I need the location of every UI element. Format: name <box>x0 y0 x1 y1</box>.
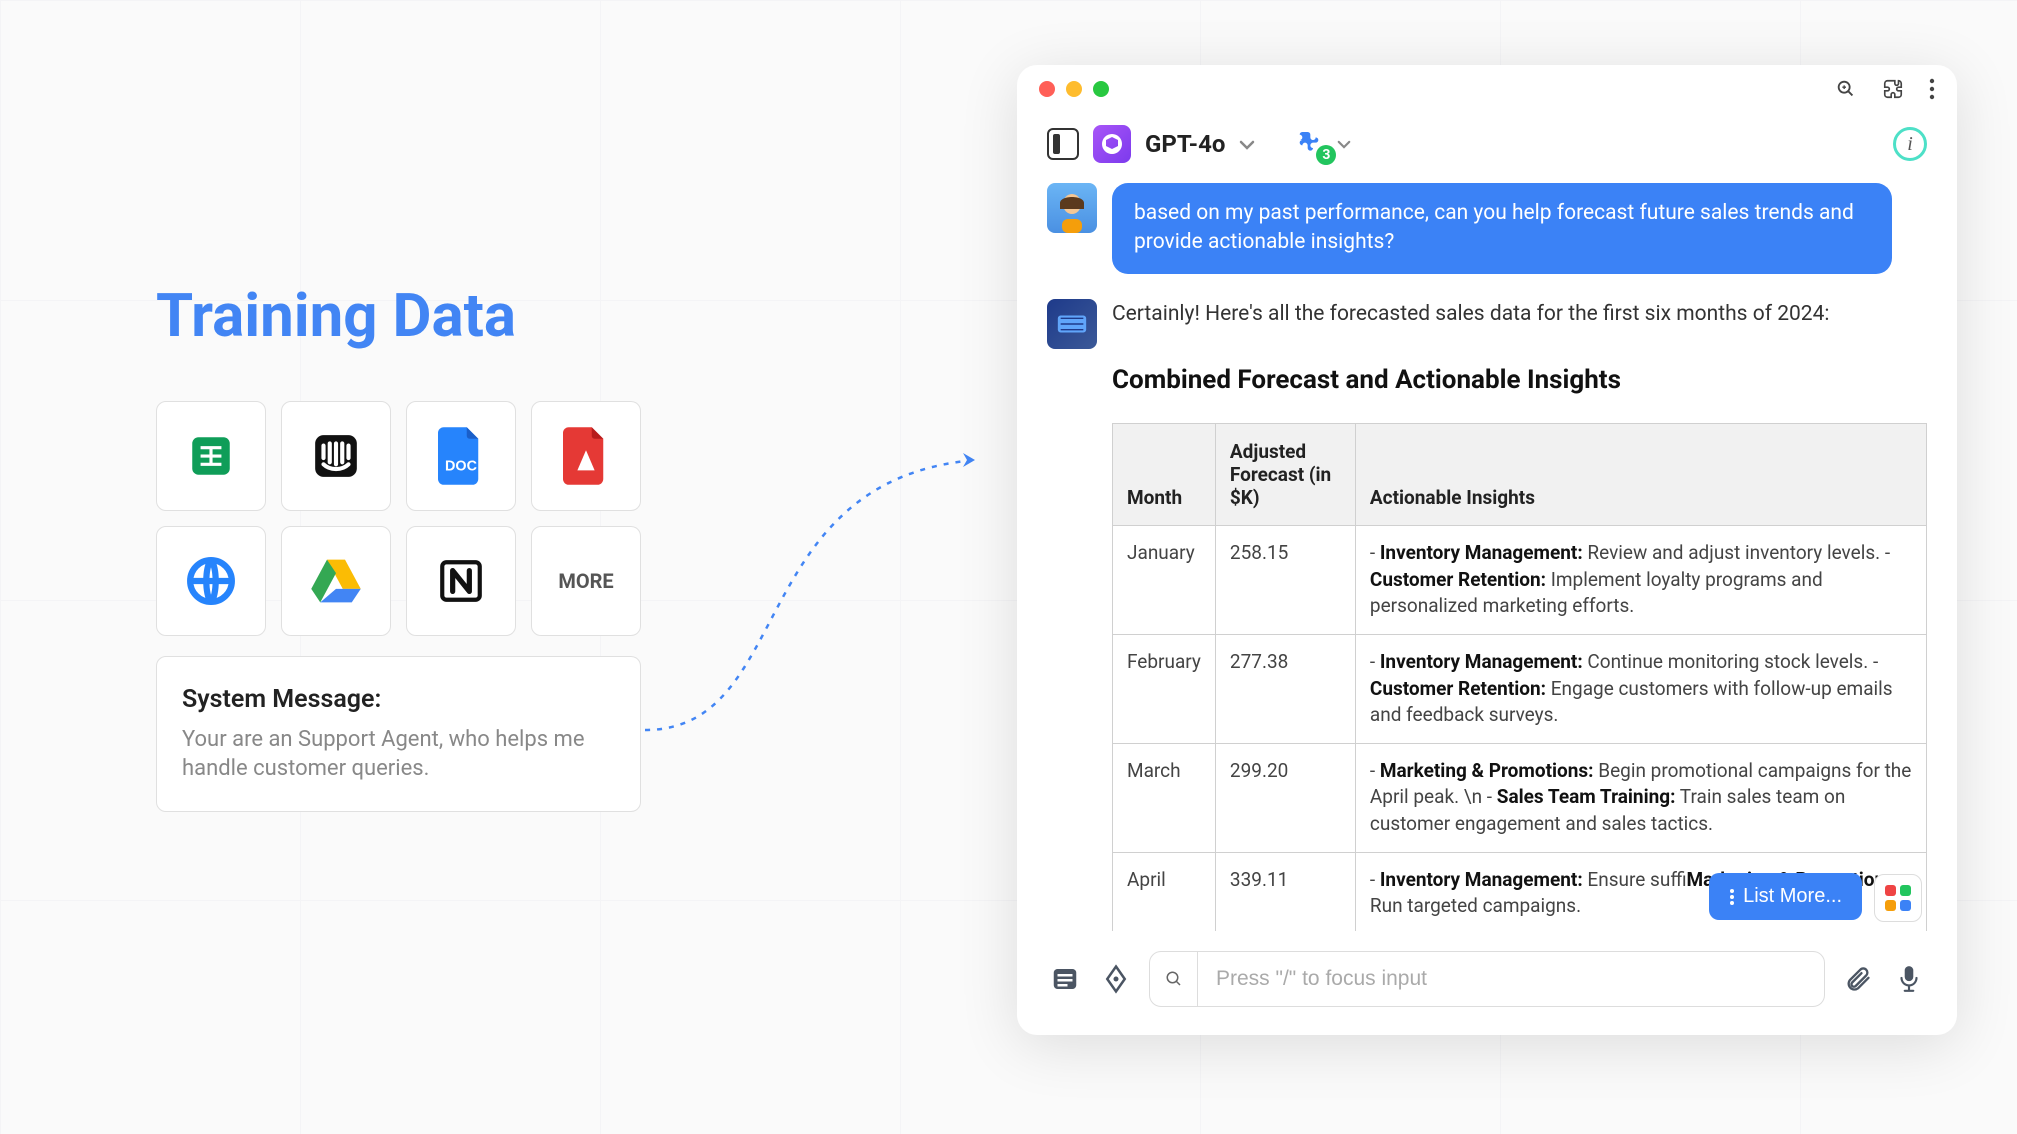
cell-forecast: 299.20 <box>1215 743 1355 852</box>
system-message-card: System Message: Your are an Support Agen… <box>156 656 641 812</box>
table-row: March299.20- Marketing & Promotions: Beg… <box>1113 743 1927 852</box>
table-row: January258.15- Inventory Management: Rev… <box>1113 526 1927 635</box>
doc-icon: DOC <box>438 427 484 485</box>
th-insights: Actionable Insights <box>1355 424 1926 526</box>
model-name[interactable]: GPT-4o <box>1145 130 1225 158</box>
sidebar-toggle-icon[interactable] <box>1047 128 1079 160</box>
cell-insights: - Inventory Management: Review and adjus… <box>1355 526 1926 635</box>
notion-icon <box>436 556 486 606</box>
source-pdf[interactable] <box>531 401 641 511</box>
source-intercom[interactable] <box>281 401 391 511</box>
more-label: MORE <box>558 569 613 593</box>
plugins-count-badge: 3 <box>1316 145 1336 165</box>
cell-forecast: 339.11 <box>1215 852 1355 931</box>
ai-intro-text: Certainly! Here's all the forecasted sal… <box>1112 299 1927 331</box>
cell-month: March <box>1113 743 1216 852</box>
user-message-row: based on my past performance, can you he… <box>1047 183 1927 274</box>
user-message-bubble: based on my past performance, can you he… <box>1112 183 1892 274</box>
cell-forecast: 277.38 <box>1215 635 1355 744</box>
source-icons-grid: DOC MORE <box>156 401 641 636</box>
cell-forecast: 258.15 <box>1215 526 1355 635</box>
list-more-button[interactable]: List More... <box>1709 873 1862 920</box>
search-icon[interactable] <box>1150 952 1198 1006</box>
gdrive-icon <box>309 557 363 605</box>
cell-month: April <box>1113 852 1216 931</box>
system-message-body: Your are an Support Agent, who helps me … <box>182 726 615 783</box>
chat-body: based on my past performance, can you he… <box>1017 183 1957 931</box>
source-web[interactable] <box>156 526 266 636</box>
ai-message-row: Certainly! Here's all the forecasted sal… <box>1047 299 1927 931</box>
user-avatar <box>1047 183 1097 233</box>
globe-icon <box>186 556 236 606</box>
microphone-icon[interactable] <box>1891 961 1927 997</box>
page-title: Training Data <box>156 280 641 351</box>
cell-insights: - Marketing & Promotions: Begin promotio… <box>1355 743 1926 852</box>
connector-arrow <box>645 450 995 750</box>
forecast-table: Month Adjusted Forecast (in $K) Actionab… <box>1112 423 1927 931</box>
cell-insights: - Inventory Management: Continue monitor… <box>1355 635 1926 744</box>
attachment-icon[interactable] <box>1840 961 1876 997</box>
sheets-icon <box>186 431 236 481</box>
source-sheets[interactable] <box>156 401 266 511</box>
source-notion[interactable] <box>406 526 516 636</box>
chat-input[interactable] <box>1198 967 1824 991</box>
th-forecast: Adjusted Forecast (in $K) <box>1215 424 1355 526</box>
chat-input-wrap <box>1149 951 1825 1007</box>
intercom-icon <box>311 431 361 481</box>
window-titlebar <box>1017 65 1957 95</box>
svg-text:DOC: DOC <box>445 458 477 474</box>
ai-avatar <box>1047 299 1097 349</box>
plugins-button[interactable]: 3 <box>1289 128 1351 160</box>
system-message-label: System Message: <box>182 685 615 714</box>
chat-window: GPT-4o 3 i based on my past performance,… <box>1017 65 1957 1035</box>
cell-month: February <box>1113 635 1216 744</box>
openai-logo-icon <box>1093 125 1131 163</box>
source-gdrive[interactable] <box>281 526 391 636</box>
forecast-section-title: Combined Forecast and Actionable Insight… <box>1112 365 1927 395</box>
chevron-down-icon[interactable] <box>1239 134 1255 155</box>
app-launcher-button[interactable] <box>1874 874 1922 922</box>
table-row: February277.38- Inventory Management: Co… <box>1113 635 1927 744</box>
vertical-dots-icon <box>1729 888 1735 906</box>
source-more[interactable]: MORE <box>531 526 641 636</box>
th-month: Month <box>1113 424 1216 526</box>
training-data-panel: Training Data DOC MORE System Message: Y… <box>156 280 641 812</box>
source-doc[interactable]: DOC <box>406 401 516 511</box>
input-bar <box>1017 931 1957 1035</box>
pen-tool-icon[interactable] <box>1098 961 1134 997</box>
info-button[interactable]: i <box>1893 127 1927 161</box>
cell-month: January <box>1113 526 1216 635</box>
library-icon[interactable] <box>1047 961 1083 997</box>
pdf-icon <box>563 427 609 485</box>
model-selector-bar: GPT-4o 3 i <box>1017 95 1957 183</box>
list-more-label: List More... <box>1743 885 1842 908</box>
